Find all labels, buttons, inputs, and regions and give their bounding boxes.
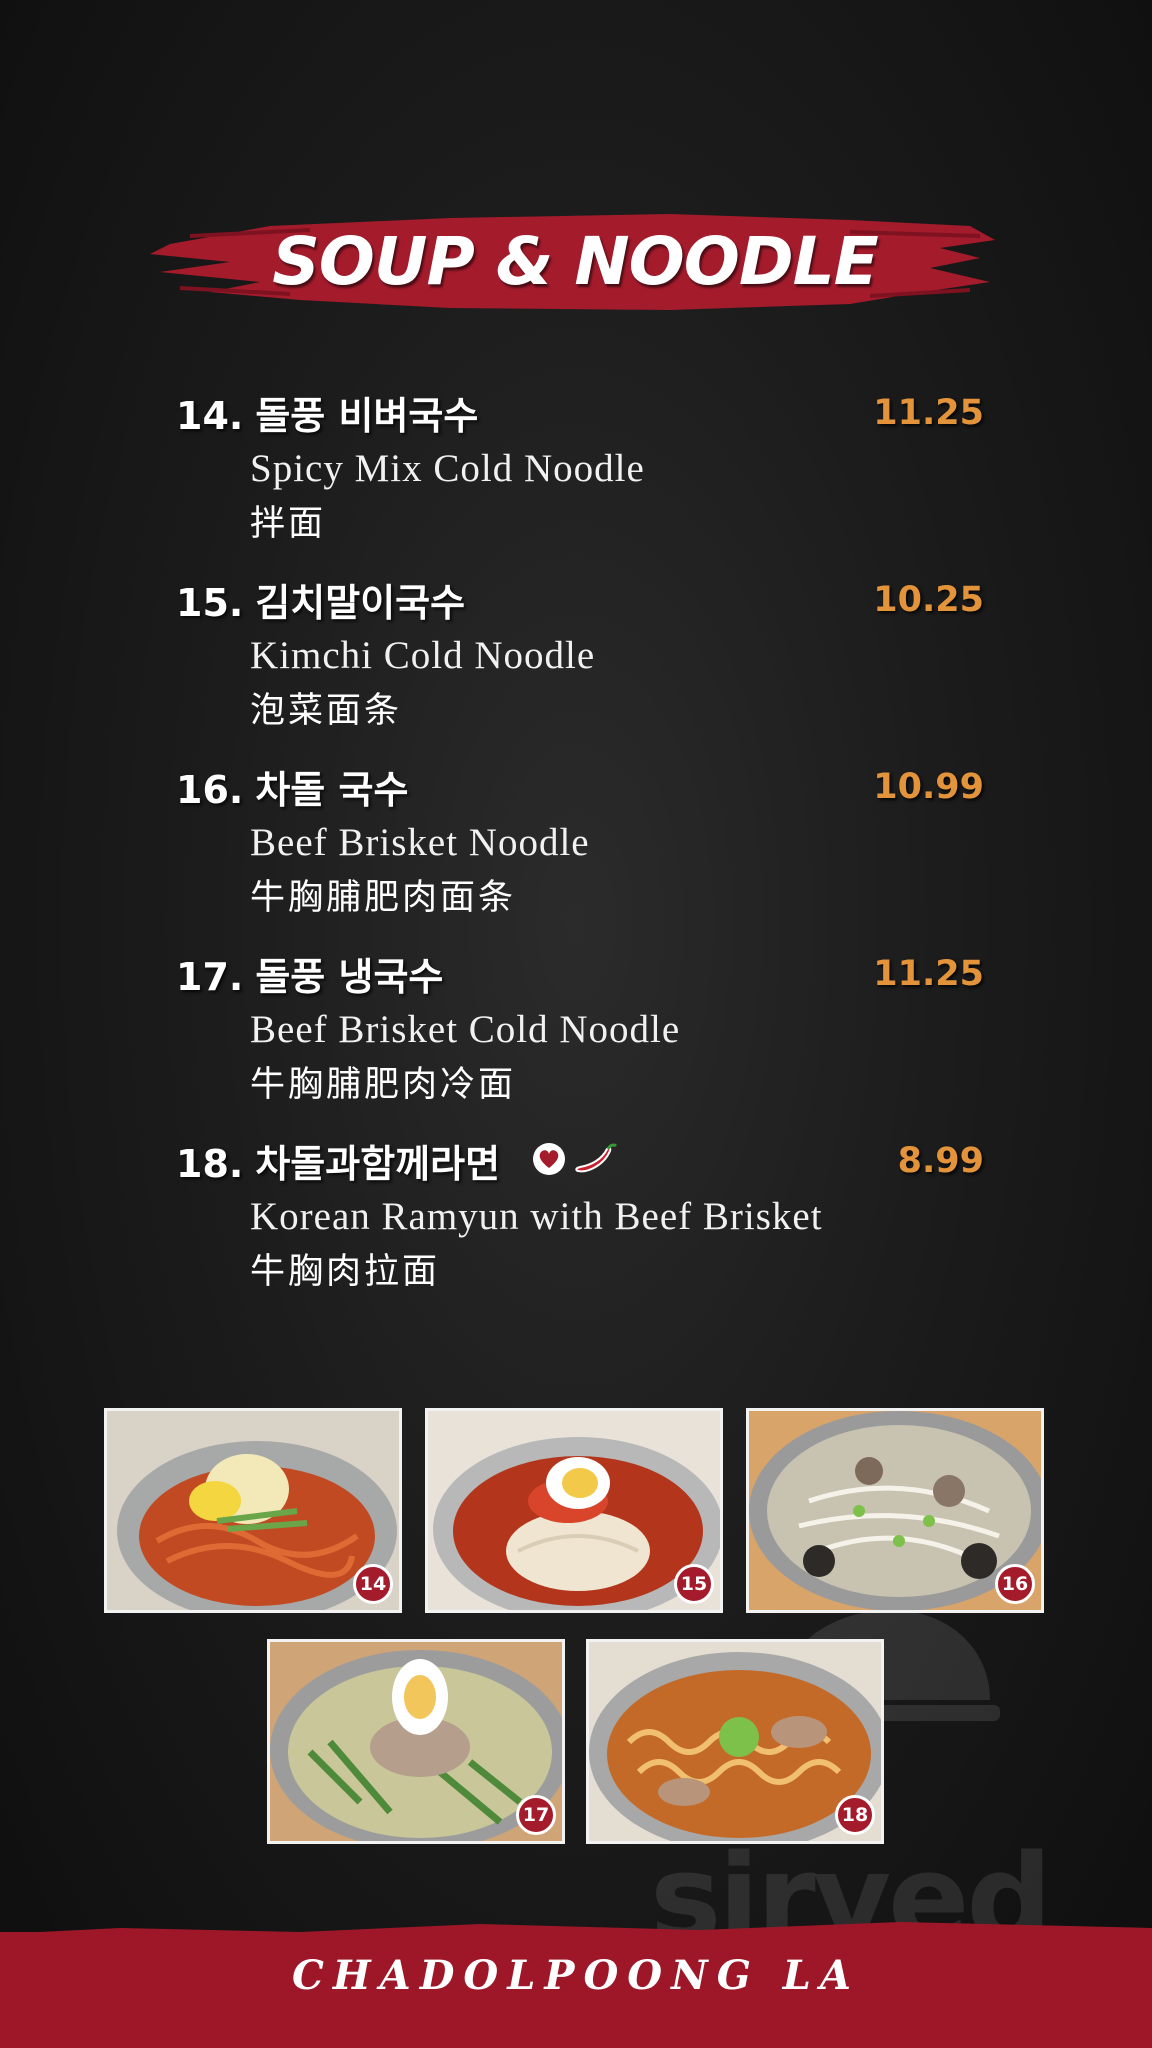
item-english-name: Spicy Mix Cold Noodle [250, 447, 645, 490]
menu-list: 14. 돌풍 비벼국수 11.25 Spicy Mix Cold Noodle … [176, 385, 996, 1320]
photo-number-badge: 18 [835, 1795, 875, 1835]
item-number: 16. [176, 768, 244, 812]
menu-item: 16. 차돌 국수 10.99 Beef Brisket Noodle 牛胸脯肥… [176, 759, 996, 946]
menu-item: 17. 돌풍 냉국수 11.25 Beef Brisket Cold Noodl… [176, 946, 996, 1133]
item-number: 15. [176, 581, 244, 625]
page-title: SOUP & NOODLE [272, 222, 879, 300]
item-korean-name: 차돌 국수 [255, 768, 409, 812]
food-photo: 17 [267, 1639, 565, 1844]
brush-edge [0, 1922, 1152, 1948]
item-price: 11.25 [873, 393, 984, 433]
item-price: 10.99 [873, 767, 984, 807]
photo-number-badge: 17 [516, 1795, 556, 1835]
item-number: 17. [176, 955, 244, 999]
footer-band: CHADOLPOONG LA [0, 1922, 1152, 2048]
item-price: 10.25 [873, 580, 984, 620]
item-number: 14. [176, 394, 244, 438]
food-photo: 15 [425, 1408, 723, 1613]
item-tags [530, 1141, 618, 1177]
food-photo: 16 [746, 1408, 1044, 1613]
heart-icon [533, 1143, 566, 1175]
item-price: 8.99 [897, 1141, 984, 1181]
restaurant-name: CHADOLPOONG LA [292, 1952, 860, 1999]
item-chinese-name: 牛胸脯肥肉冷面 [250, 1065, 517, 1105]
title-banner: SOUP & NOODLE [150, 196, 1000, 326]
menu-item: 15. 김치말이국수 10.25 Kimchi Cold Noodle 泡菜面条 [176, 572, 996, 759]
item-english-name: Beef Brisket Cold Noodle [250, 1008, 681, 1051]
item-english-name: Beef Brisket Noodle [250, 821, 590, 864]
item-chinese-name: 牛胸脯肥肉面条 [250, 878, 517, 918]
item-price: 11.25 [873, 954, 984, 994]
photo-number-badge: 14 [353, 1564, 393, 1604]
food-photo: 14 [104, 1408, 402, 1613]
item-korean-name: 돌풍 냉국수 [255, 955, 444, 999]
menu-item: 18. 차돌과함께라면 8.99 Korean Ramyun with Beef… [176, 1133, 996, 1320]
menu-item: 14. 돌풍 비벼국수 11.25 Spicy Mix Cold Noodle … [176, 385, 996, 572]
item-korean-name: 김치말이국수 [255, 581, 466, 625]
photo-number-badge: 15 [674, 1564, 714, 1604]
photo-number-badge: 16 [995, 1564, 1035, 1604]
item-chinese-name: 拌面 [250, 504, 327, 544]
food-photo: 18 [586, 1639, 884, 1844]
chili-pepper-icon [575, 1143, 618, 1173]
item-chinese-name: 牛胸肉拉面 [250, 1252, 441, 1292]
item-chinese-name: 泡菜面条 [250, 691, 403, 731]
item-number: 18. [176, 1142, 244, 1186]
item-korean-name: 차돌과함께라면 [255, 1142, 501, 1186]
item-korean-name: 돌풍 비벼국수 [255, 394, 479, 438]
item-english-name: Kimchi Cold Noodle [250, 634, 596, 677]
item-english-name: Korean Ramyun with Beef Brisket [250, 1195, 823, 1238]
